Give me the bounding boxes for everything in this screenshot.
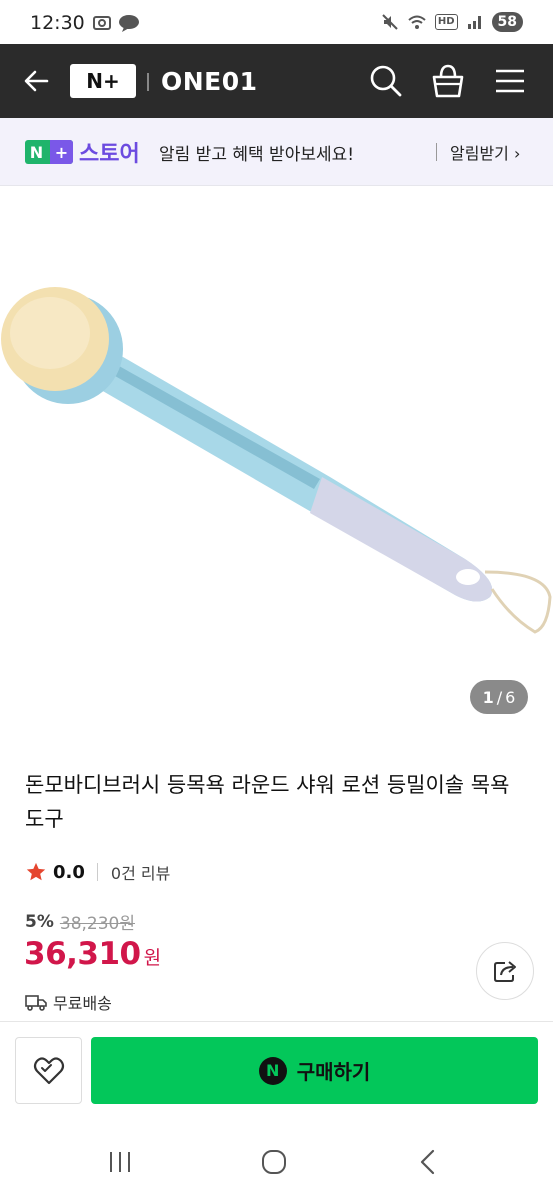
product-image-carousel[interactable]: 1 / 6 (0, 187, 553, 730)
wifi-icon (408, 15, 426, 29)
banner-store-label: 스토어 (79, 142, 140, 167)
status-notification-icons (92, 14, 140, 32)
back-button[interactable] (20, 64, 54, 98)
share-button[interactable] (476, 942, 534, 1000)
screenshot-icon (93, 16, 111, 30)
banner-logo-plus: + (50, 140, 73, 164)
home-icon (262, 1150, 286, 1174)
subscribe-alerts-link[interactable]: 알림받기 › (450, 140, 520, 164)
review-count[interactable]: 0건 리뷰 (111, 860, 170, 884)
home-button[interactable] (254, 1147, 294, 1177)
rating-row[interactable]: 0.0 0건 리뷰 (25, 860, 170, 884)
recent-apps-button[interactable] (100, 1147, 140, 1177)
naver-plus-store-logo: N + (25, 140, 73, 164)
heart-icon (33, 1056, 64, 1084)
wishlist-button[interactable] (15, 1037, 82, 1104)
total-image-count: 6 (505, 687, 516, 707)
product-title: 돈모바디브러시 등목욕 라운드 샤워 로션 등밀이솔 목욕도구 (25, 773, 510, 831)
star-icon (26, 862, 46, 881)
logo-divider (147, 73, 149, 91)
status-system-icons: HD 58 (381, 12, 523, 32)
hamburger-menu-icon (496, 69, 524, 93)
mute-icon (382, 14, 398, 30)
sale-price: 36,310 (24, 936, 141, 972)
product-photo (1, 287, 552, 634)
hd-badge: HD (434, 14, 458, 30)
arrow-left-icon (24, 70, 49, 92)
menu-button[interactable] (493, 65, 527, 97)
search-button[interactable] (368, 63, 404, 99)
chat-bubble-icon (119, 15, 139, 32)
store-name[interactable]: ONE01 (161, 67, 258, 96)
status-time: 12:30 (30, 12, 85, 34)
original-price: 38,230원 (59, 914, 135, 934)
system-navigation-bar (0, 1119, 553, 1200)
delivery-truck-icon (25, 995, 47, 1011)
share-icon (494, 961, 516, 982)
banner-logo-n: N (29, 142, 44, 162)
image-page-indicator: 1 / 6 (470, 680, 528, 714)
chevron-left-icon (420, 1149, 435, 1175)
signal-icon (467, 16, 481, 29)
rating-value: 0.0 (53, 861, 85, 883)
banner-divider (436, 143, 437, 161)
naver-pay-icon: N (258, 1056, 287, 1085)
battery-indicator: 58 (491, 12, 523, 32)
search-icon (370, 65, 402, 97)
buy-button[interactable]: N 구매하기 (91, 1037, 538, 1104)
shopping-basket-icon (432, 64, 464, 98)
naver-plus-logo[interactable]: N+ (70, 64, 136, 98)
discount-rate: 5% (25, 911, 54, 932)
back-nav-button[interactable] (408, 1147, 448, 1177)
cart-button[interactable] (430, 62, 466, 100)
app-bar: N+ ONE01 (0, 44, 553, 118)
price-unit: 원 (143, 947, 162, 969)
status-bar: 12:30 HD 58 (0, 0, 553, 44)
page-separator: / (496, 687, 503, 707)
discount-row: 5% 38,230원 (25, 909, 135, 935)
price-row: 36,310 원 (24, 936, 161, 972)
purchase-bar: N 구매하기 (0, 1021, 553, 1119)
current-image-number: 1 (482, 687, 494, 707)
buy-button-label: 구매하기 (296, 1060, 371, 1084)
shipping-label: 무료배송 (53, 994, 112, 1013)
rating-divider (96, 863, 98, 881)
notification-banner: N + 스토어 알림 받고 혜택 받아보세요! 알림받기 › (0, 118, 553, 186)
recent-apps-icon (110, 1152, 130, 1172)
shipping-row: 무료배송 (25, 990, 112, 1014)
banner-message: 알림 받고 혜택 받아보세요! (159, 145, 355, 165)
